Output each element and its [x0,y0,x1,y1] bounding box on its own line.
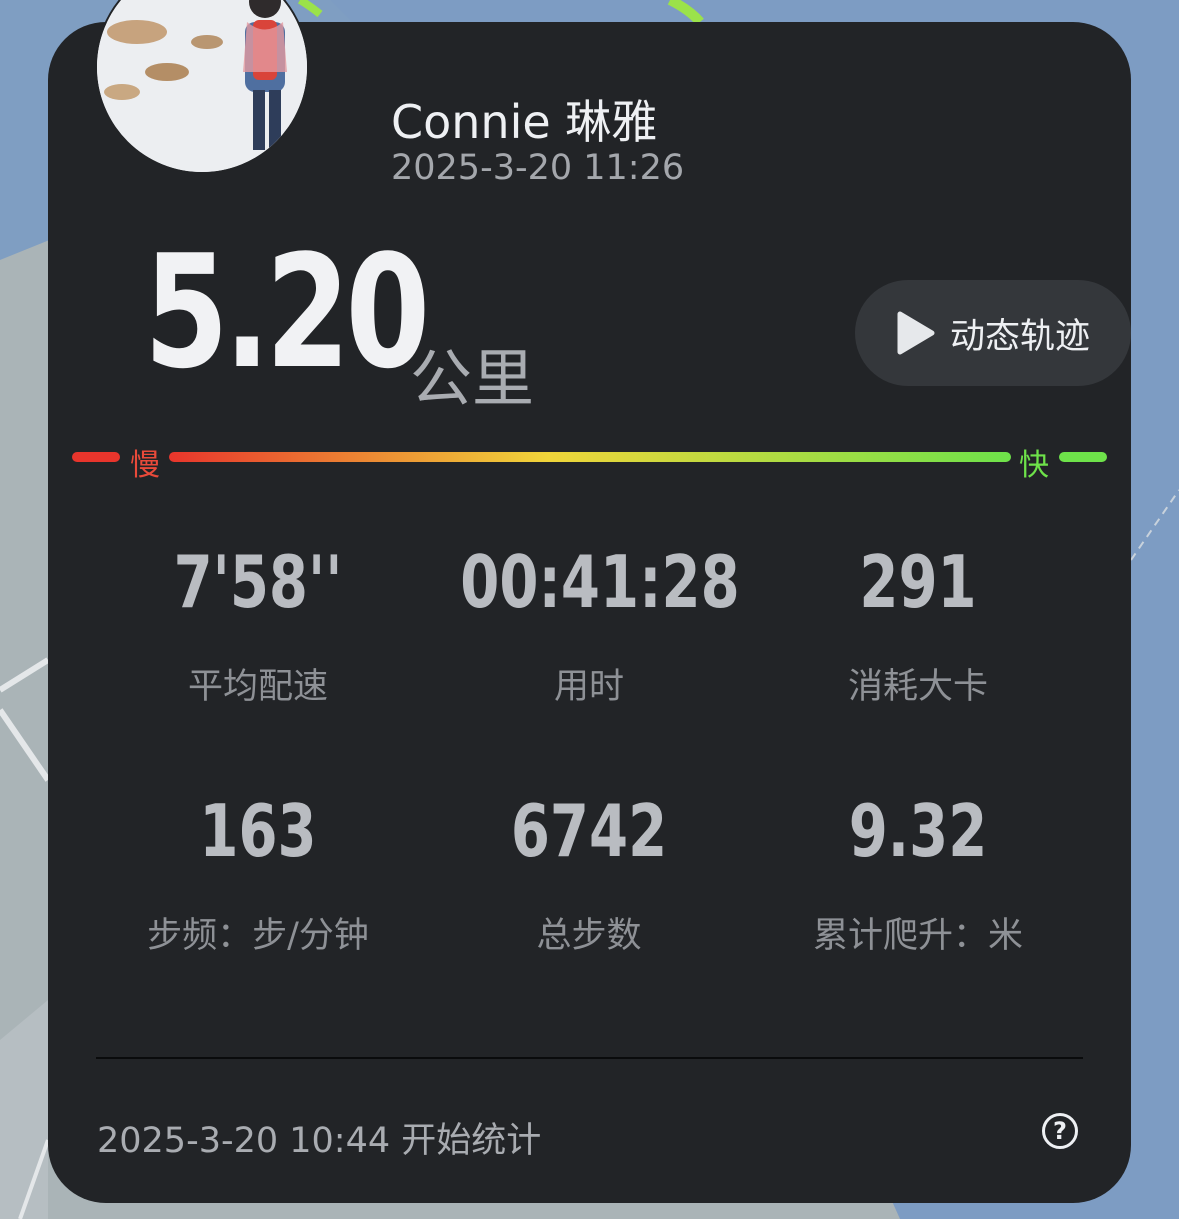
duration-value: 00:41:28 [460,540,740,624]
elevation-gain-value: 9.32 [848,789,988,873]
avg-pace-value: 7'58'' [173,540,343,624]
pace-legend-slow: 慢 [130,448,160,483]
total-steps-value: 6742 [510,789,668,873]
footer-divider [96,1057,1083,1059]
stats-start-time: 2025-3-20 10:44 开始统计 [97,1121,542,1161]
cadence-label: 步频：步/分钟 [147,916,369,956]
workout-summary-card: Connie 琳雅 2025-3-20 11:26 5.20 公里 动态轨迹 慢… [48,22,1131,1203]
duration-label: 用时 [553,667,624,707]
calories-label: 消耗大卡 [847,667,988,707]
avg-pace-label: 平均配速 [187,667,328,707]
total-steps-label: 总步数 [536,916,642,956]
calories-value: 291 [859,540,977,624]
question-circle-icon[interactable]: ? [1042,1113,1078,1149]
pace-legend-fast: 快 [1019,448,1049,483]
elevation-gain-label: 累计爬升：米 [812,916,1023,956]
cadence-value: 163 [199,789,317,873]
